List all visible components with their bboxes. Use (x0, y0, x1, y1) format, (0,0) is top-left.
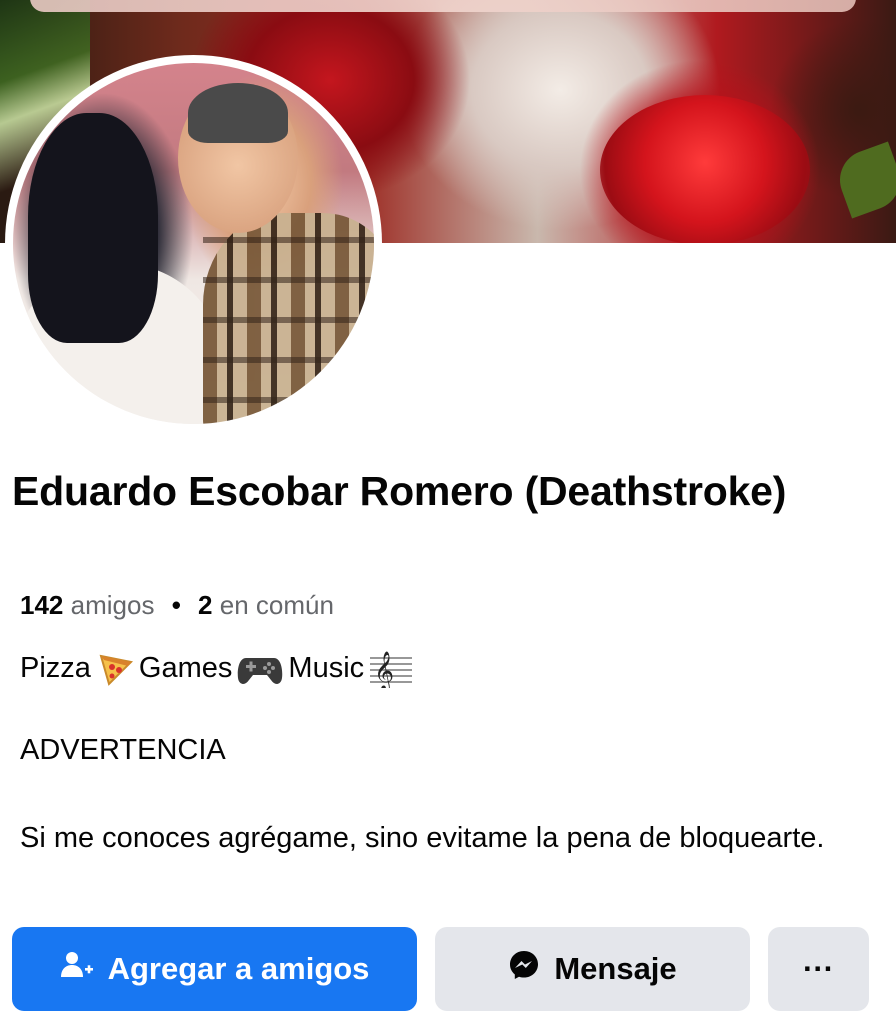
mutual-count: 2 (198, 590, 213, 620)
interest-label-pizza: Pizza (20, 651, 91, 684)
add-friend-icon (60, 950, 94, 988)
interest-label-games: Games (138, 651, 233, 684)
add-friend-button[interactable]: Agregar a amigos (12, 927, 417, 1011)
bio-text: Si me conoces agrégame, sino evitame la … (20, 822, 825, 854)
pizza-icon (95, 648, 135, 688)
profile-picture[interactable] (13, 63, 374, 424)
friends-count: 142 (20, 590, 64, 620)
mutual-label: en común (219, 590, 334, 620)
photo-figure-left-hair (28, 113, 158, 343)
bio-heading: ADVERTENCIA (20, 734, 226, 766)
cover-rose (600, 95, 810, 243)
messenger-icon (508, 949, 540, 989)
more-options-button[interactable]: ··· (768, 927, 869, 1011)
separator-dot: • (171, 590, 181, 620)
add-friend-label: Agregar a amigos (107, 951, 370, 986)
cover-leaf (831, 141, 896, 219)
music-score-icon: 𝄞 (368, 648, 414, 692)
interest-label-music: Music (288, 651, 365, 684)
svg-text:𝄞: 𝄞 (374, 651, 394, 688)
cover-top-strip (30, 0, 856, 12)
friends-summary[interactable]: 142 amigos • 2 en común (20, 590, 334, 621)
message-button[interactable]: Mensaje (435, 927, 750, 1011)
photo-figure-right-head (178, 83, 298, 233)
profile-name: Eduardo Escobar Romero (Deathstroke) (12, 468, 787, 514)
bio-interests: Pizza Games Music 𝄞 (20, 648, 414, 692)
message-label: Mensaje (554, 951, 677, 986)
more-options-icon: ··· (803, 951, 834, 986)
friends-label: amigos (70, 590, 155, 620)
photo-figure-right-shirt (203, 213, 374, 424)
game-controller-icon (236, 648, 284, 688)
